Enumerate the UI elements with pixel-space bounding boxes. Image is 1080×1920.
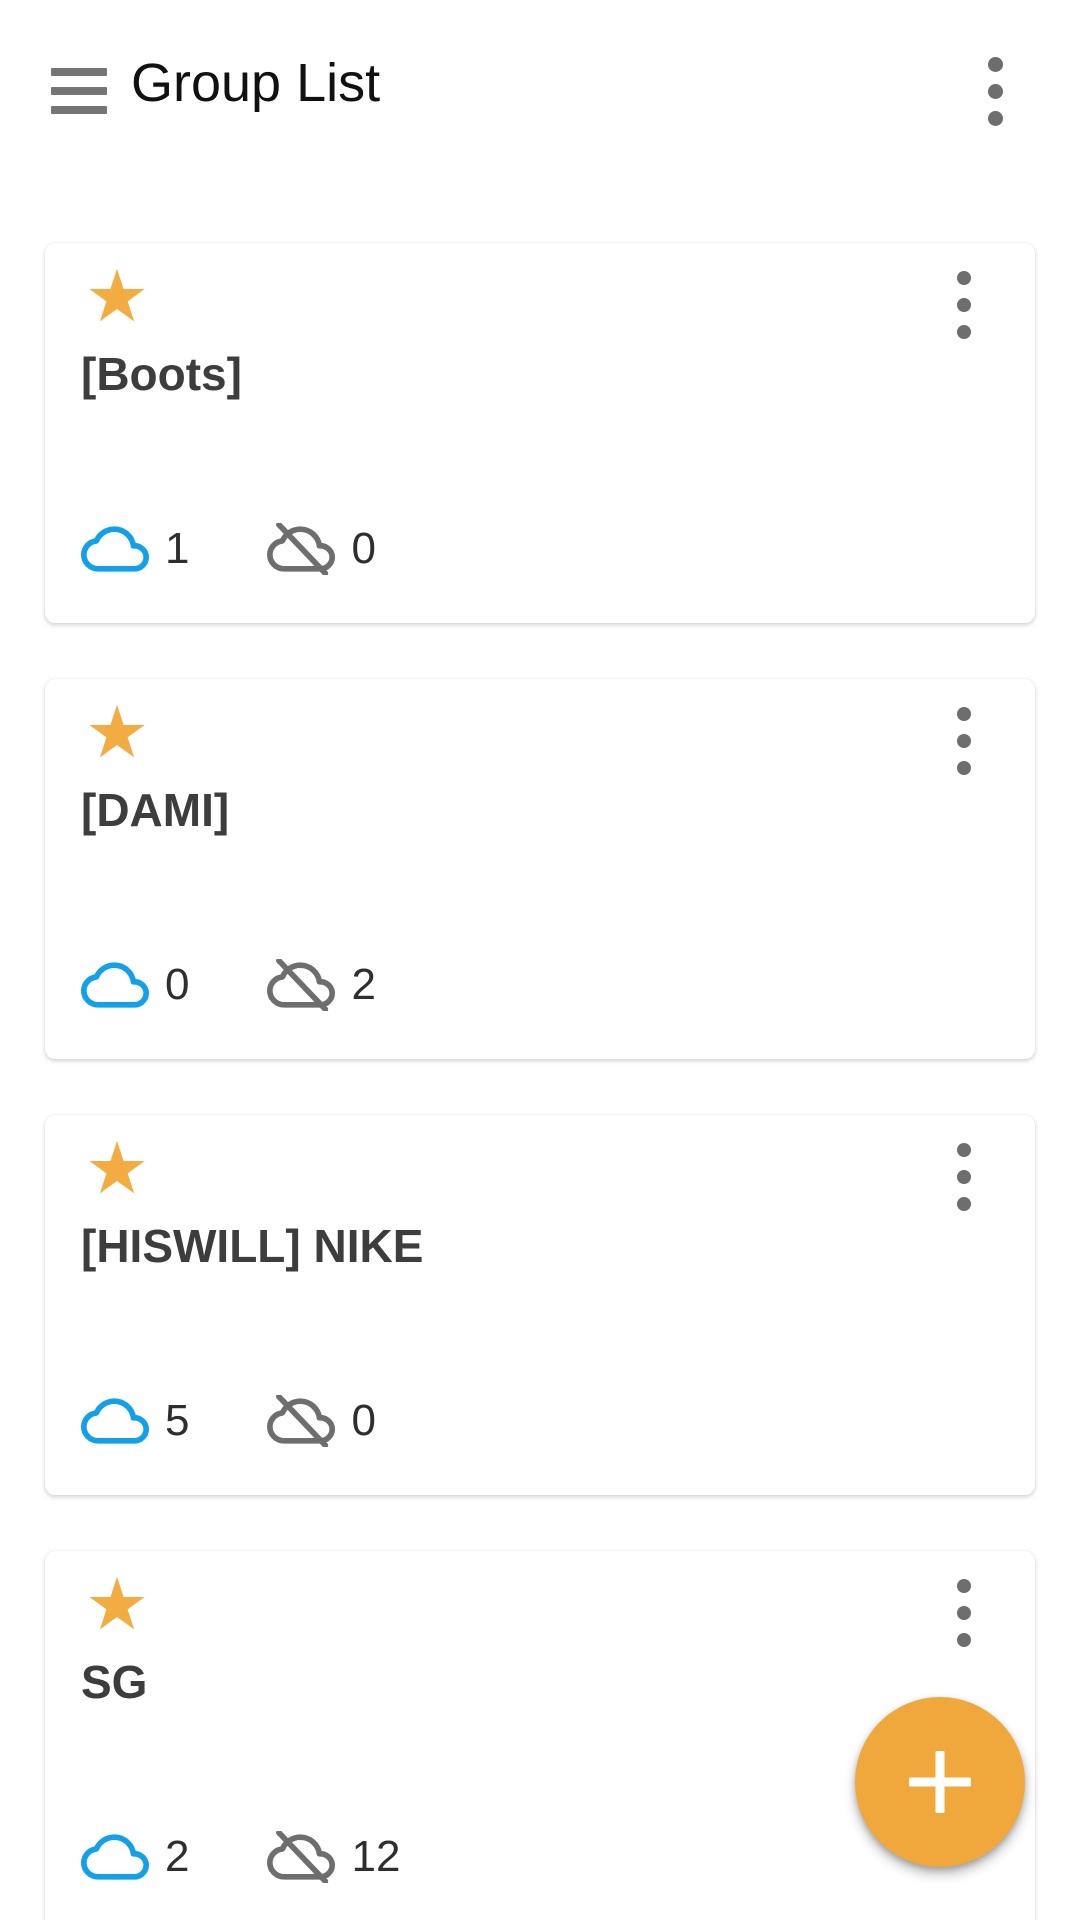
hamburger-bar [51, 106, 107, 114]
add-group-button[interactable] [855, 1697, 1025, 1867]
group-card[interactable]: ★ [Boots] 1 0 [45, 243, 1035, 623]
star-icon[interactable]: ★ [81, 697, 153, 769]
online-device-count: 5 [165, 1396, 190, 1445]
page-title: Group List [131, 53, 381, 113]
cloud-icon [81, 523, 149, 575]
card-overflow-icon[interactable] [927, 1137, 1001, 1217]
group-stats: 10 [81, 523, 376, 575]
hamburger-bar [51, 87, 107, 95]
cloud-icon [81, 1395, 149, 1447]
offline-device-stat: 0 [267, 1395, 376, 1447]
overflow-dot [957, 761, 971, 775]
group-title: SG [81, 1656, 148, 1708]
group-card-list: ★ [Boots] 1 0 ★ [DAMI] 0 2 ★ [HISWILL] NIKE 5 0 ★ SG 2… [0, 243, 1080, 1920]
group-title: [HISWILL] NIKE [81, 1220, 424, 1272]
offline-device-count: 2 [351, 960, 376, 1009]
overflow-dot [957, 325, 971, 339]
overflow-dot [987, 110, 1003, 126]
online-device-count: 2 [165, 1832, 190, 1881]
offline-device-count: 0 [351, 524, 376, 573]
cloud-icon [81, 1831, 149, 1883]
offline-device-stat: 2 [267, 959, 376, 1011]
overflow-dot [957, 707, 971, 721]
overflow-dot [987, 56, 1003, 72]
offline-device-stat: 0 [267, 523, 376, 575]
overflow-dot [957, 1170, 971, 1184]
group-card[interactable]: ★ [HISWILL] NIKE 5 0 [45, 1115, 1035, 1495]
group-stats: 50 [81, 1395, 376, 1447]
offline-device-count: 12 [351, 1832, 401, 1881]
overflow-dot [957, 1197, 971, 1211]
overflow-dot [957, 1579, 971, 1593]
online-device-stat: 2 [81, 1831, 189, 1883]
app-bar: Group List [0, 0, 1080, 170]
card-overflow-icon[interactable] [927, 265, 1001, 345]
star-icon[interactable]: ★ [81, 1569, 153, 1641]
overflow-dot [957, 1606, 971, 1620]
online-device-count: 1 [165, 524, 190, 573]
appbar-overflow-icon[interactable] [950, 48, 1040, 134]
card-overflow-icon[interactable] [927, 1573, 1001, 1653]
overflow-dot [957, 271, 971, 285]
online-device-stat: 1 [81, 523, 189, 575]
card-overflow-icon[interactable] [927, 701, 1001, 781]
star-icon[interactable]: ★ [81, 261, 153, 333]
group-title: [DAMI] [81, 784, 230, 836]
cloud-off-icon [267, 1831, 336, 1883]
cloud-icon [81, 959, 149, 1011]
online-device-count: 0 [165, 960, 190, 1009]
cloud-off-icon [267, 1395, 336, 1447]
group-title: [Boots] [81, 348, 242, 400]
group-card[interactable]: ★ [DAMI] 0 2 [45, 679, 1035, 1059]
online-device-stat: 5 [81, 1395, 189, 1447]
group-stats: 02 [81, 959, 376, 1011]
star-icon[interactable]: ★ [81, 1133, 153, 1205]
hamburger-menu-icon[interactable] [36, 52, 122, 130]
online-device-stat: 0 [81, 959, 189, 1011]
cloud-off-icon [267, 959, 336, 1011]
overflow-dot [957, 1143, 971, 1157]
offline-device-stat: 12 [267, 1831, 400, 1883]
cloud-off-icon [267, 523, 336, 575]
plus-icon [935, 1751, 945, 1813]
offline-device-count: 0 [351, 1396, 376, 1445]
overflow-dot [957, 1633, 971, 1647]
overflow-dot [987, 83, 1003, 99]
overflow-dot [957, 734, 971, 748]
group-stats: 2 12 [81, 1831, 400, 1883]
group-list-screen: Group List ★ [Boots] 1 0 ★ [DAMI] 0 2 ★ [HISWILL]… [0, 0, 1080, 1920]
overflow-dot [957, 298, 971, 312]
hamburger-bar [51, 68, 107, 76]
